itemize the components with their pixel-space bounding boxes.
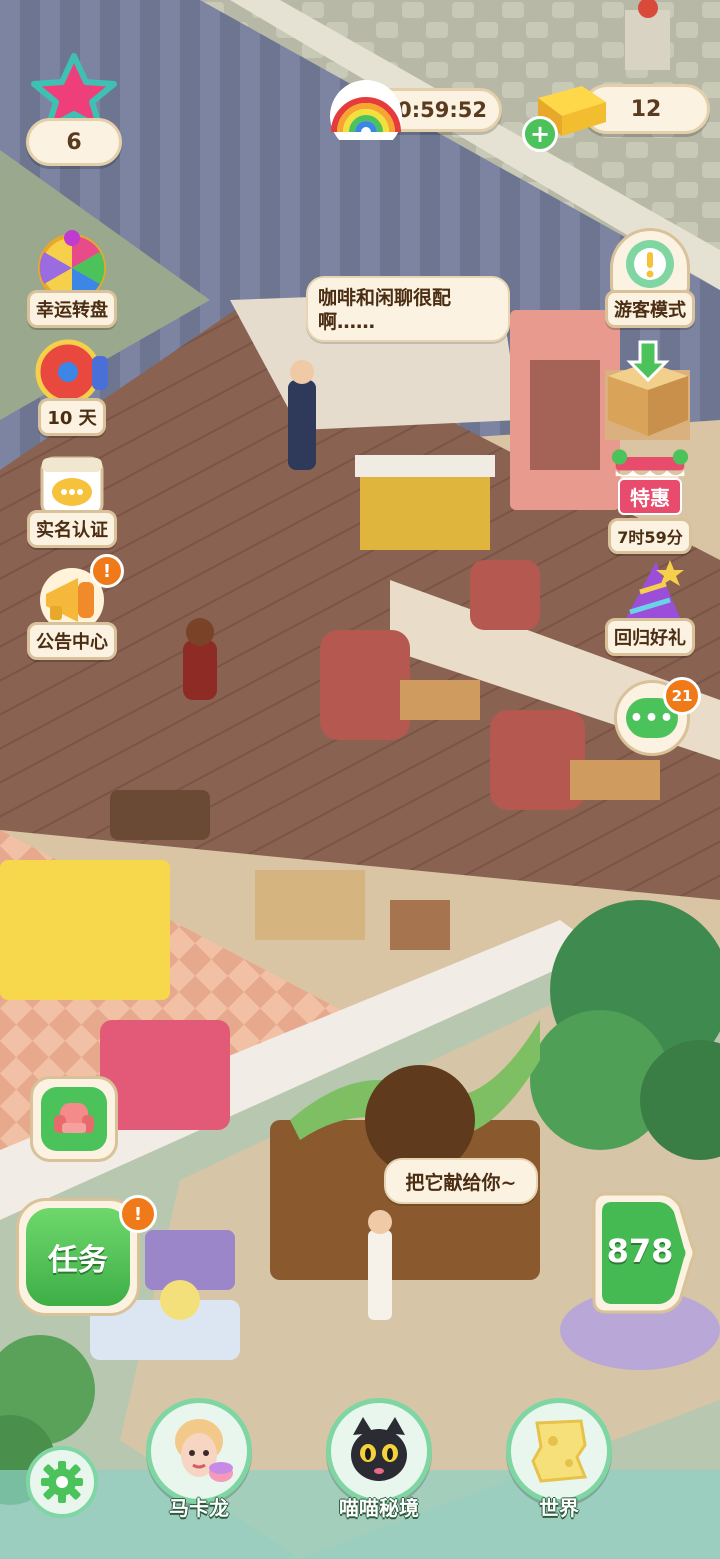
nav-cat-realm[interactable]: 喵喵秘境 <box>326 1398 432 1521</box>
return-gift-button[interactable]: 回归好礼 <box>602 556 698 656</box>
macaron-girl-avatar <box>146 1398 252 1504</box>
decorate-furniture-button[interactable] <box>30 1076 118 1162</box>
announcement-alert-badge: ! <box>90 554 124 588</box>
special-offer-label: 特惠 <box>618 478 682 515</box>
storage-box-icon <box>608 340 688 436</box>
add-gold-button[interactable]: + <box>522 116 558 152</box>
chat-button[interactable]: ••• 21 <box>614 677 701 756</box>
tasks-alert-badge: ! <box>119 1195 157 1233</box>
nav-macaron-label: 马卡龙 <box>169 1496 229 1520</box>
real-name-verify-button[interactable]: 实名认证 <box>24 448 120 548</box>
world-map-icon <box>506 1398 612 1504</box>
return-gift-label: 回归好礼 <box>605 618 695 656</box>
npc-speech-bubble-bottom: 把它献给你~ <box>384 1158 538 1204</box>
rainbow-icon <box>330 80 402 140</box>
special-offer-timer: 7时59分 <box>608 518 692 554</box>
special-offer-button[interactable]: 特惠 7时59分 <box>602 446 698 556</box>
energy-go-button[interactable]: 878 <box>580 1188 696 1318</box>
nav-world[interactable]: 世界 <box>506 1398 612 1521</box>
nav-macaron[interactable]: 马卡龙 <box>146 1398 252 1521</box>
npc-speech-text-bottom: 把它献给你~ <box>405 1171 517 1194</box>
star-count: 6 <box>26 118 122 166</box>
star-counter[interactable]: 6 <box>26 52 122 167</box>
armchair-icon <box>41 1087 107 1151</box>
lucky-wheel-label: 幸运转盘 <box>27 290 117 328</box>
announcement-label: 公告中心 <box>27 622 117 660</box>
rainbow-timer[interactable]: 0:59:52 <box>326 80 504 140</box>
tasks-button[interactable]: 任务 ! <box>16 1195 157 1316</box>
settings-button[interactable] <box>26 1446 98 1518</box>
npc-speech-bubble-top: 咖啡和闲聊很配啊…… <box>306 276 510 342</box>
ferris-wheel-event-button[interactable]: 10 天 <box>24 336 120 436</box>
visitor-mode-button[interactable]: 游客模式 <box>602 228 698 328</box>
energy-value: 878 <box>606 1232 674 1270</box>
lucky-wheel-button[interactable]: 幸运转盘 <box>24 228 120 328</box>
nav-world-label: 世界 <box>539 1496 579 1520</box>
announcement-button[interactable]: 公告中心 ! <box>24 554 124 660</box>
tasks-label: 任务 <box>26 1208 130 1306</box>
black-cat-avatar <box>326 1398 432 1504</box>
event-days-label: 10 天 <box>38 398 106 436</box>
nav-cat-realm-label: 喵喵秘境 <box>339 1496 419 1520</box>
chat-unread-badge: 21 <box>663 677 701 715</box>
gold-counter[interactable]: 12 + <box>522 80 710 152</box>
storage-box-button[interactable] <box>600 340 696 440</box>
npc-speech-text-top: 咖啡和闲聊很配啊…… <box>318 287 452 333</box>
gear-icon <box>41 1461 83 1503</box>
real-name-verify-label: 实名认证 <box>27 510 117 548</box>
visitor-mode-label: 游客模式 <box>605 290 695 328</box>
